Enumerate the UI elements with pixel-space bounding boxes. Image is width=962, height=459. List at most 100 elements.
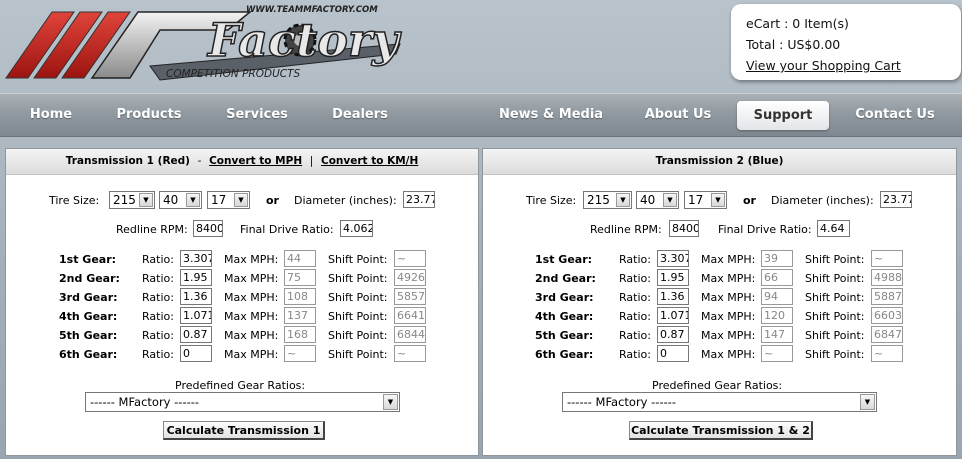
chevron-down-icon: ▼: [663, 193, 677, 207]
redline-input[interactable]: 8400: [193, 220, 223, 237]
gear-2-ratio-input[interactable]: 1.95: [657, 269, 689, 286]
nav-products[interactable]: Products: [109, 94, 189, 136]
nav-home[interactable]: Home: [14, 94, 88, 136]
gear-2-max-mph: 66: [761, 269, 793, 286]
shift-point-label: Shift Point:: [328, 348, 388, 361]
chevron-down-icon: ▼: [139, 193, 153, 207]
gear-3-label: 3rd Gear:: [59, 291, 118, 304]
gear-1-ratio-input[interactable]: 3.307: [180, 250, 212, 267]
gear-6-ratio-input[interactable]: 0: [657, 345, 689, 362]
final-drive-input[interactable]: 4.64: [817, 220, 850, 237]
tire-rim-select[interactable]: 17 ▼: [207, 191, 250, 209]
predefined-label: Predefined Gear Ratios:: [652, 379, 783, 392]
transmission-1-title: Transmission 1 (Red): [65, 155, 190, 167]
ratio-label: Ratio:: [142, 253, 174, 266]
tire-rim-select[interactable]: 17 ▼: [684, 191, 727, 209]
gear-4-max-mph: 137: [284, 307, 316, 324]
max-mph-label: Max MPH:: [701, 329, 756, 342]
gear-4-ratio-input[interactable]: 1.071: [180, 307, 212, 324]
nav-contact-us[interactable]: Contact Us: [850, 94, 940, 136]
gear-3-ratio-input[interactable]: 1.36: [180, 288, 212, 305]
view-cart-link[interactable]: View your Shopping Cart: [746, 55, 961, 76]
nav-news-media[interactable]: News & Media: [496, 94, 606, 136]
transmission-2-panel: Transmission 2 (Blue) Tire Size: 215 ▼ 40…: [482, 148, 957, 456]
nav-dealers[interactable]: Dealers: [324, 94, 396, 136]
tire-width-select[interactable]: 215 ▼: [583, 191, 632, 209]
gear-6-max-mph: ~: [284, 345, 316, 362]
predefined-ratios-value: ------ MFactory ------: [90, 395, 200, 409]
transmission-1-panel: Transmission 1 (Red) - Convert to MPH | …: [5, 148, 479, 456]
tire-width-select[interactable]: 215 ▼: [109, 191, 155, 209]
gear-5-max-mph: 147: [761, 326, 793, 343]
ratio-label: Ratio:: [142, 272, 174, 285]
gear-4-shift-point: 6603: [871, 307, 903, 324]
redline-label: Redline RPM:: [590, 223, 662, 236]
gear-1-ratio-input[interactable]: 3.307: [657, 250, 689, 267]
calculate-transmission-1-button[interactable]: Calculate Transmission 1: [163, 421, 325, 440]
gear-2-shift-point: 4926: [394, 269, 426, 286]
max-mph-label: Max MPH:: [701, 291, 756, 304]
predefined-ratios-select[interactable]: ------ MFactory ------ ▼: [562, 392, 877, 412]
tire-aspect-select[interactable]: 40 ▼: [636, 191, 679, 209]
logo-wordmark: Factory: [206, 13, 402, 67]
gear-4-label: 4th Gear:: [59, 310, 118, 323]
gear-6-shift-point: ~: [871, 345, 903, 362]
calculate-transmission-1-and-2-button[interactable]: Calculate Transmission 1 & 2: [629, 421, 813, 440]
diameter-input[interactable]: 23.77: [880, 191, 912, 208]
or-label: or: [266, 194, 279, 207]
nav-support[interactable]: Support: [737, 101, 829, 130]
tire-rim-value: 17: [211, 193, 227, 207]
ratio-label: Ratio:: [619, 348, 651, 361]
gear-6-max-mph: ~: [761, 345, 793, 362]
convert-to-kmh-link[interactable]: Convert to KM/H: [321, 155, 418, 167]
diameter-input[interactable]: 23.77: [403, 191, 435, 208]
mfactory-logo[interactable]: Factory WWW.TEAMMFACTORY.COM COMPETITION…: [0, 0, 410, 88]
logo-subtitle: COMPETITION PRODUCTS: [166, 68, 301, 80]
gear-3-ratio-input[interactable]: 1.36: [657, 288, 689, 305]
separator: |: [309, 155, 314, 167]
panel-header: Transmission 2 (Blue): [483, 149, 956, 175]
nav-about-us[interactable]: About Us: [638, 94, 718, 136]
chevron-down-icon: ▼: [616, 193, 630, 207]
diameter-label: Diameter (inches):: [294, 194, 397, 207]
tire-width-value: 215: [587, 193, 610, 207]
gear-6-label: 6th Gear:: [59, 348, 118, 361]
shift-point-label: Shift Point:: [805, 310, 865, 323]
gear-4-shift-point: 6641: [394, 307, 426, 324]
gear-4-ratio-input[interactable]: 1.071: [657, 307, 689, 324]
gear-5-shift-point: 6847: [871, 326, 903, 343]
gear-6-ratio-input[interactable]: 0: [180, 345, 212, 362]
redline-input[interactable]: 8400: [669, 220, 699, 237]
chevron-down-icon: ▼: [383, 394, 398, 410]
panel-body: Tire Size: 215 ▼ 40 ▼ 17 ▼ or Diameter (inc…: [6, 175, 478, 455]
gear-2-max-mph: 75: [284, 269, 316, 286]
gear-1-max-mph: 44: [284, 250, 316, 267]
shift-point-label: Shift Point:: [328, 329, 388, 342]
predefined-ratios-select[interactable]: ------ MFactory ------ ▼: [85, 392, 400, 412]
ratio-label: Ratio:: [619, 329, 651, 342]
final-drive-label: Final Drive Ratio:: [240, 223, 334, 236]
separator: -: [197, 155, 202, 167]
shift-point-label: Shift Point:: [328, 253, 388, 266]
convert-to-mph-link[interactable]: Convert to MPH: [209, 155, 302, 167]
max-mph-label: Max MPH:: [224, 272, 279, 285]
gear-2-ratio-input[interactable]: 1.95: [180, 269, 212, 286]
gear-5-ratio-input[interactable]: 0.87: [657, 326, 689, 343]
transmission-2-title: Transmission 2 (Blue): [655, 155, 784, 167]
gear-1-label: 1st Gear:: [535, 253, 593, 266]
shift-point-label: Shift Point:: [328, 310, 388, 323]
gear-1-shift-point: ~: [394, 250, 426, 267]
gear-5-shift-point: 6844: [394, 326, 426, 343]
gear-3-shift-point: 5887: [871, 288, 903, 305]
final-drive-input[interactable]: 4.062: [340, 220, 373, 237]
gear-2-label: 2nd Gear:: [535, 272, 596, 285]
tire-size-label: Tire Size:: [526, 194, 577, 207]
gear-5-ratio-input[interactable]: 0.87: [180, 326, 212, 343]
ratio-label: Ratio:: [142, 310, 174, 323]
gear-6-label: 6th Gear:: [535, 348, 594, 361]
gear-3-max-mph: 94: [761, 288, 793, 305]
gear-1-max-mph: 39: [761, 250, 793, 267]
gear-4-max-mph: 120: [761, 307, 793, 324]
tire-aspect-select[interactable]: 40 ▼: [159, 191, 202, 209]
nav-services[interactable]: Services: [218, 94, 296, 136]
